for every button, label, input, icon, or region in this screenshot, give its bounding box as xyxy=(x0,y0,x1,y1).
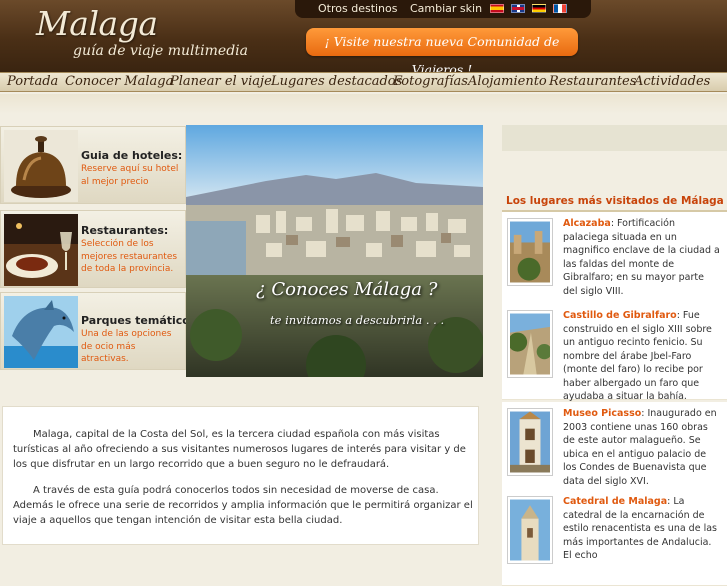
restaurant-plate-icon xyxy=(4,214,78,286)
nav-actividades[interactable]: Actividades xyxy=(634,74,710,89)
site-logo-subtitle: guía de viaje multimedia xyxy=(73,43,248,59)
community-button[interactable]: ¡ Visite nuestra nueva Comunidad de Viaj… xyxy=(306,28,578,77)
catedral-photo xyxy=(507,496,553,564)
hero-title: ¿ Conoces Málaga ? xyxy=(256,279,438,300)
sidebar-heading: Los lugares más visitados de Málaga xyxy=(506,195,724,207)
place-museo-picasso[interactable]: Museo Picasso: Inaugurado en 2003 contie… xyxy=(502,402,727,498)
theme-parks-box[interactable]: Parques temáticos: Una de las opciones d… xyxy=(0,292,201,370)
other-destinations-link[interactable]: Otros destinos xyxy=(318,2,398,15)
hotel-guide-box[interactable]: Guia de hoteles: Reserve aquí su hotel a… xyxy=(0,126,186,204)
place-gibralfaro[interactable]: Castillo de Gibralfaro: Fue construido e… xyxy=(502,304,727,402)
theme-parks-text[interactable]: Una de las opciones de ocio más atractiv… xyxy=(81,328,185,366)
place-museo-picasso-link[interactable]: Museo Picasso xyxy=(563,408,641,419)
flag-germany-icon[interactable] xyxy=(532,4,546,13)
place-alcazaba-link[interactable]: Alcazaba xyxy=(563,218,611,229)
dolphin-icon xyxy=(4,296,78,368)
place-catedral-text: Catedral de Malaga: La catedral de la en… xyxy=(563,496,717,561)
nav-portada[interactable]: Portada xyxy=(7,74,58,89)
place-gibralfaro-link[interactable]: Castillo de Gibralfaro xyxy=(563,310,677,321)
theme-parks-title: Parques temáticos: xyxy=(81,314,201,327)
flag-france-icon[interactable] xyxy=(553,4,567,13)
intro-paragraph-2: A través de esta guía podrá conocerlos t… xyxy=(13,485,473,526)
nav-planear-viaje[interactable]: Planear el viaje xyxy=(170,74,272,89)
place-alcazaba[interactable]: Alcazaba: Fortificación palaciega situad… xyxy=(502,212,727,308)
flag-uk-icon[interactable] xyxy=(511,4,525,13)
place-catedral-link[interactable]: Catedral de Malaga xyxy=(563,496,667,507)
alcazaba-photo xyxy=(507,218,553,286)
nav-conocer-malaga[interactable]: Conocer Malaga xyxy=(65,74,173,89)
main-nav: Portada Conocer Malaga Planear el viaje … xyxy=(0,72,727,92)
intro-panel: Malaga, capital de la Costa del Sol, es … xyxy=(2,406,479,545)
site-logo-title[interactable]: Malaga xyxy=(36,4,158,43)
nav-fotografias[interactable]: Fotografías xyxy=(393,74,468,89)
hotel-bell-icon xyxy=(4,130,78,202)
site-header: Malaga guía de viaje multimedia Otros de… xyxy=(0,0,727,77)
nav-shadow-bar xyxy=(0,94,727,114)
nav-alojamiento[interactable]: Alojamiento xyxy=(468,74,547,89)
hero-banner[interactable]: ¿ Conoces Málaga ? te invitamos a descub… xyxy=(186,125,483,377)
intro-paragraph-1: Malaga, capital de la Costa del Sol, es … xyxy=(13,429,466,470)
restaurants-title: Restaurantes: xyxy=(81,224,169,237)
malaga-city-photo xyxy=(186,125,483,377)
nav-lugares-destacados[interactable]: Lugares destacados xyxy=(271,74,402,89)
top-links-bar: Otros destinos Cambiar skin xyxy=(295,0,591,18)
change-skin-link[interactable]: Cambiar skin xyxy=(410,2,482,15)
hero-subtitle: te invitamos a descubrirla . . . xyxy=(270,313,445,327)
hotel-guide-title: Guia de hoteles: xyxy=(81,149,183,162)
museo-picasso-photo xyxy=(507,408,553,476)
nav-restaurantes[interactable]: Restaurantes xyxy=(549,74,636,89)
restaurants-box[interactable]: Restaurantes: Selección de los mejores r… xyxy=(0,210,186,288)
place-gibralfaro-text: Castillo de Gibralfaro: Fue construido e… xyxy=(563,310,712,402)
hotel-guide-text[interactable]: Reserve aquí su hotel al mejor precio xyxy=(81,163,185,188)
place-alcazaba-text: Alcazaba: Fortificación palaciega situad… xyxy=(563,218,720,297)
restaurants-text[interactable]: Selección de los mejores restaurantes de… xyxy=(81,238,185,276)
sidebar-banner xyxy=(502,125,727,151)
place-museo-picasso-text: Museo Picasso: Inaugurado en 2003 contie… xyxy=(563,408,717,487)
place-catedral[interactable]: Catedral de Malaga: La catedral de la en… xyxy=(502,490,727,586)
flag-spain-icon[interactable] xyxy=(490,4,504,13)
gibralfaro-photo xyxy=(507,310,553,378)
